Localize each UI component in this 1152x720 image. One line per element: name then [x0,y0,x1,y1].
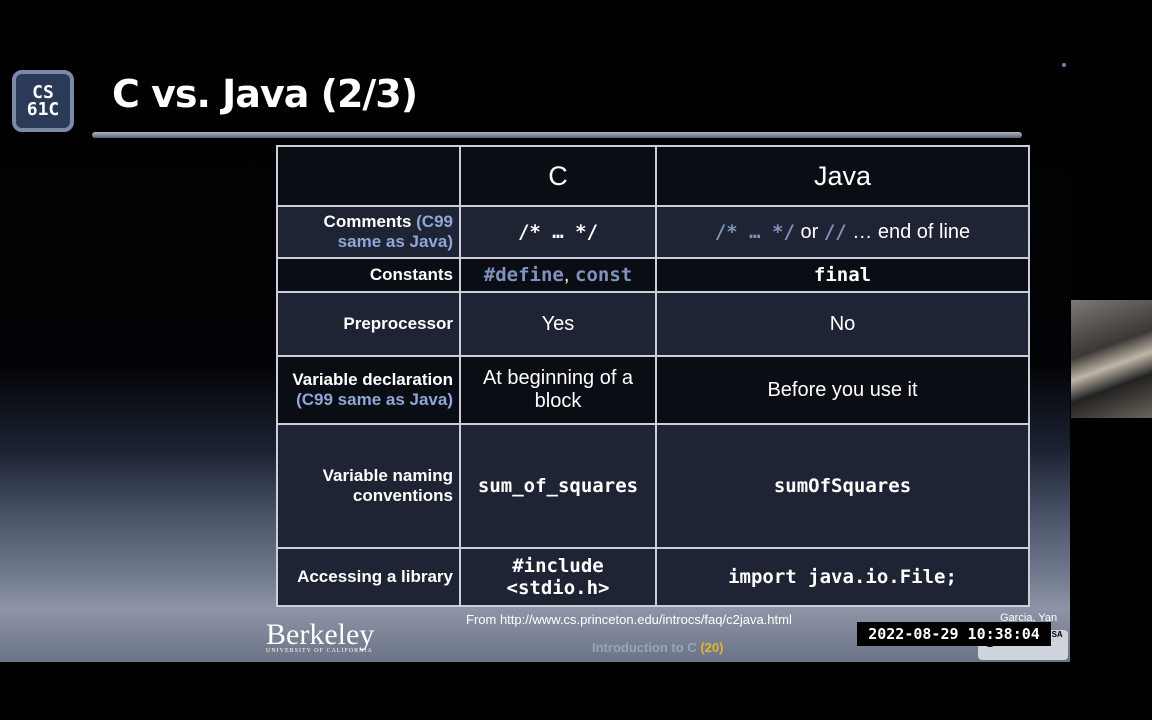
cell-java: sumOfSquares [655,423,1030,549]
slide: CS 61C C vs. Java (2/3) C Java Comments … [0,0,1070,662]
cell-c: #define, const [459,257,657,293]
cell-java: /* … */ or // … end of line [655,205,1030,259]
row-label: Constants [276,257,461,293]
logo-line2: 61C [26,99,60,120]
slide-title: C vs. Java (2/3) [112,72,418,116]
row-label: Variable naming conventions [276,423,461,549]
table-row: Constants #define, const final [276,257,1030,293]
row-label: Preprocessor [276,291,461,357]
comparison-table: C Java Comments (C99 same as Java) /* … … [276,145,1030,607]
cell-c: At beginning of a block [459,355,657,425]
cell-java: No [655,291,1030,357]
video-timestamp: 2022-08-29 10:38:04 [857,622,1051,646]
c-define: #define [483,263,564,286]
cs61c-logo: CS 61C [12,70,74,132]
java-comment-block: /* … */ [714,220,795,243]
row-label: Accessing a library [276,547,461,607]
berkeley-wordmark: Berkeley [266,618,375,651]
row-label-sub: (C99 same as Java) [296,390,453,409]
cell-c: sum_of_squares [459,423,657,549]
table-row: Preprocessor Yes No [276,291,1030,357]
cell-java: final [655,257,1030,293]
header-java: Java [655,145,1030,207]
c-header: <stdio.h> [506,577,610,599]
table-row: Variable declaration (C99 same as Java) … [276,355,1030,425]
table-row: Comments (C99 same as Java) /* … */ /* …… [276,205,1030,259]
java-or: or [800,220,819,243]
row-label: Comments (C99 same as Java) [276,205,461,259]
cc-sa: SA [1051,630,1063,639]
lecture-footer: Introduction to C (20) [592,640,723,655]
lecture-camera-feed [1071,300,1152,418]
row-label: Variable declaration (C99 same as Java) [276,355,461,425]
c-const: const [575,263,633,286]
cell-c: /* … */ [459,205,657,259]
berkeley-subtitle: UNIVERSITY OF CALIFORNIA [266,648,373,654]
c-include: #include [512,555,604,577]
lecture-name: Introduction to C [592,640,697,655]
cell-c: #include <stdio.h> [459,547,657,607]
java-tail: … end of line [852,220,971,243]
header-c: C [459,145,657,207]
table-row: Accessing a library #include <stdio.h> i… [276,547,1030,607]
title-underline [92,132,1022,138]
header-empty [276,145,461,207]
java-comment-line: // [823,220,847,243]
berkeley-logo: Berkeley UNIVERSITY OF CALIFORNIA [266,618,374,654]
cell-java: Before you use it [655,355,1030,425]
c-sep: , [563,263,570,286]
row-label-main: Variable declaration [292,370,453,389]
slide-number: (20) [700,640,724,655]
row-label-main: Comments [323,212,412,231]
table-row: Variable naming conventions sum_of_squar… [276,423,1030,549]
source-citation: From http://www.cs.princeton.edu/introcs… [466,612,792,627]
cell-c: Yes [459,291,657,357]
cell-java: import java.io.File; [655,547,1030,607]
table-header-row: C Java [276,145,1030,207]
pointer-dot [1062,63,1066,67]
